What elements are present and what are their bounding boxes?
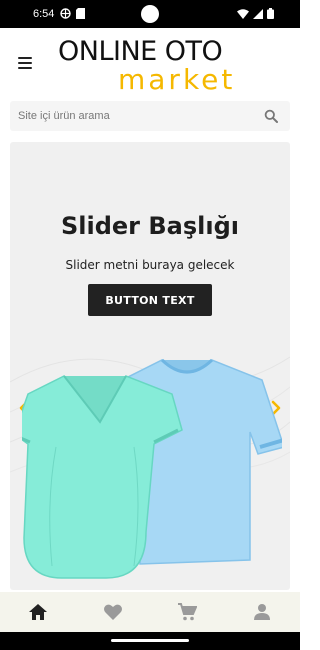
camera-cutout [141,5,159,23]
status-bar: 6:54 [0,0,300,28]
vpn-icon [60,8,71,19]
home-icon[interactable] [28,602,48,622]
slider-cta-button[interactable]: BUTTON TEXT [88,284,212,316]
status-icons-right [237,8,274,19]
hero-slider[interactable]: Slider Başlığı Slider metni buraya gelec… [10,142,290,590]
cart-icon[interactable] [177,602,197,622]
tshirts-image [22,358,282,579]
sd-card-icon [76,8,85,19]
signal-icon [253,8,263,19]
search-bar [10,101,290,131]
system-nav-bar [0,632,300,650]
menu-icon[interactable] [18,57,32,69]
search-icon[interactable] [264,109,278,123]
heart-icon[interactable] [103,602,123,622]
bottom-nav [0,592,300,632]
status-icons-left [60,8,85,19]
wifi-icon [237,8,249,19]
status-time: 6:54 [33,8,55,20]
logo-text-secondary[interactable]: market [118,63,235,96]
slider-text: Slider metni buraya gelecek [65,258,235,272]
slider-title: Slider Başlığı [60,212,240,240]
search-input[interactable] [18,107,258,125]
person-icon[interactable] [252,602,272,622]
home-indicator[interactable] [111,639,189,642]
battery-icon [267,8,274,19]
app-header: ONLINE OTO market [0,28,300,98]
